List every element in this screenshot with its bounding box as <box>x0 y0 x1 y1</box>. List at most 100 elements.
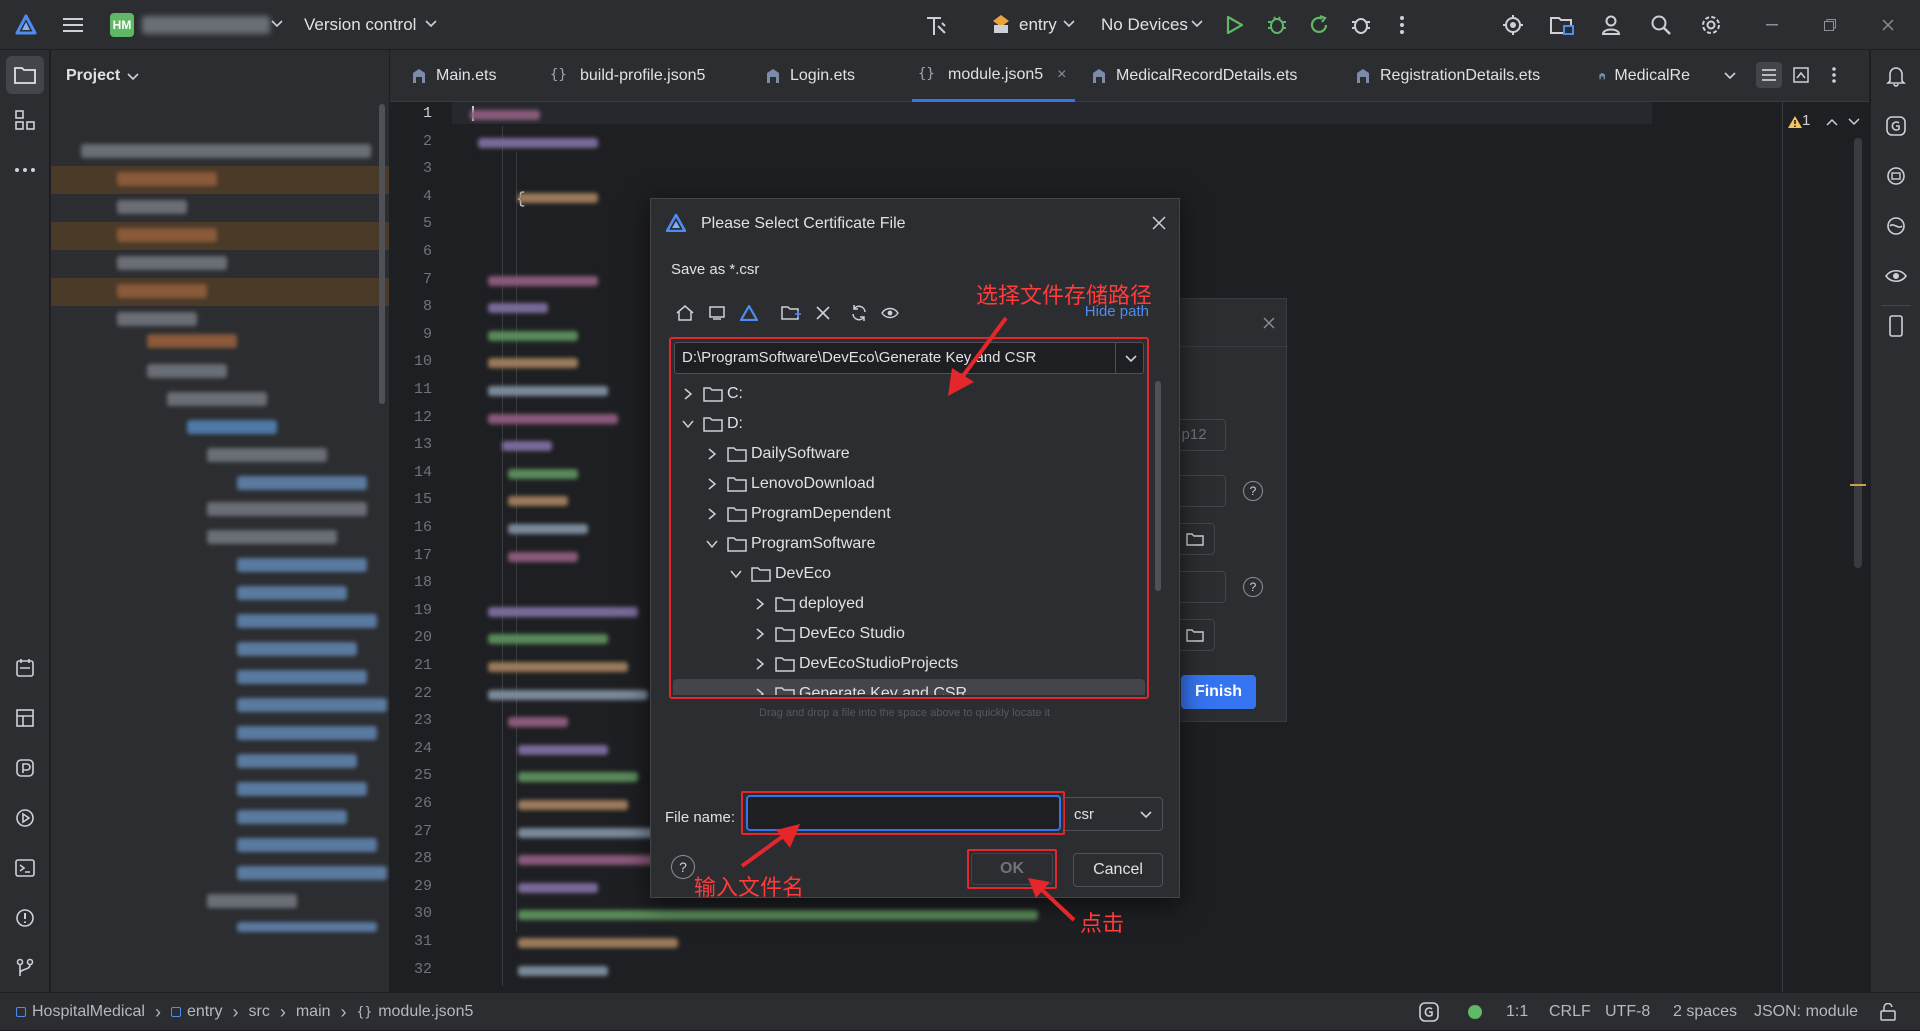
run-icon[interactable] <box>1222 12 1248 38</box>
build-tool-icon[interactable] <box>922 12 950 40</box>
browse-folder-icon[interactable] <box>1175 523 1215 555</box>
tree-item[interactable]: deployed <box>673 589 1145 619</box>
tree-scrollbar[interactable] <box>1155 381 1161 591</box>
run-config-selector[interactable]: entry <box>1019 15 1057 35</box>
layout-inspector-icon[interactable] <box>11 704 39 732</box>
json-schema[interactable]: JSON: module <box>1754 993 1858 1031</box>
preview-view-icon[interactable] <box>1788 62 1814 88</box>
breadcrumb-item[interactable]: main <box>296 1003 331 1021</box>
project-tree-blurred[interactable] <box>51 138 389 938</box>
close-icon[interactable] <box>1259 313 1279 333</box>
previewer-eye-icon[interactable] <box>1882 262 1910 290</box>
project-badge[interactable]: HM <box>110 13 134 37</box>
project-folder-icon[interactable] <box>6 56 44 94</box>
help-icon[interactable]: ? <box>671 855 695 879</box>
codegenie-status-icon[interactable] <box>1418 1001 1440 1023</box>
minimize-icon[interactable] <box>1760 14 1784 36</box>
project-root-icon[interactable] <box>737 301 761 325</box>
help-icon[interactable]: ? <box>1243 481 1263 501</box>
status-ok-dot[interactable] <box>1468 1005 1482 1019</box>
delete-icon[interactable] <box>811 301 835 325</box>
chevron-down-icon[interactable] <box>1846 114 1862 130</box>
folder-tree[interactable]: C: D: DailySoftware LenovoDownload ProgramDe… <box>673 379 1145 695</box>
terminal-icon[interactable] <box>11 854 39 882</box>
breadcrumb-item[interactable]: module.json5 <box>378 1003 473 1021</box>
chevron-right-icon[interactable] <box>753 657 767 671</box>
attach-debugger-icon[interactable] <box>1348 12 1374 38</box>
extension-select[interactable]: csr <box>1063 797 1163 831</box>
browse-folder-icon[interactable] <box>1175 619 1215 651</box>
tree-item[interactable]: C: <box>673 379 1145 409</box>
app-analyzer-icon[interactable] <box>1882 212 1910 240</box>
device-selector[interactable]: No Devices <box>1101 15 1188 35</box>
more-tools-icon[interactable] <box>11 156 39 184</box>
breadcrumb-item[interactable]: src <box>249 1003 270 1021</box>
restore-icon[interactable] <box>1818 14 1842 36</box>
chevron-down-icon[interactable] <box>1123 351 1139 367</box>
device-manager-icon[interactable] <box>1500 12 1526 38</box>
chevron-right-icon[interactable] <box>705 507 719 521</box>
main-menu-icon[interactable] <box>60 12 86 38</box>
chevron-down-icon[interactable] <box>681 417 695 431</box>
project-structure-icon[interactable] <box>1548 12 1576 38</box>
structure-icon[interactable] <box>11 106 39 134</box>
close-tab-icon[interactable]: × <box>1057 66 1066 84</box>
chevron-down-icon[interactable] <box>1190 17 1204 31</box>
chevron-right-icon[interactable] <box>705 447 719 461</box>
profiler-icon[interactable] <box>11 754 39 782</box>
chevron-down-icon[interactable] <box>1138 807 1154 823</box>
todo-icon[interactable] <box>11 654 39 682</box>
home-icon[interactable] <box>673 301 697 325</box>
tree-item[interactable]: Generate Key and CSR <box>673 679 1145 695</box>
codegenie-icon[interactable] <box>1882 112 1910 140</box>
chevron-down-icon[interactable] <box>729 567 743 581</box>
chevron-up-icon[interactable] <box>1824 114 1840 130</box>
git-branch-icon[interactable] <box>11 954 39 982</box>
tabs-more-icon[interactable] <box>1826 62 1842 88</box>
editor-scrollbar[interactable] <box>1854 138 1862 568</box>
ok-button[interactable]: OK <box>971 853 1053 885</box>
notifications-icon[interactable] <box>1882 62 1910 90</box>
close-window-icon[interactable] <box>1876 14 1900 36</box>
project-panel-title[interactable]: Project <box>66 67 120 85</box>
close-icon[interactable] <box>1149 213 1169 233</box>
account-icon[interactable] <box>1598 12 1624 38</box>
chevron-right-icon[interactable] <box>753 597 767 611</box>
tree-item[interactable]: DailySoftware <box>673 439 1145 469</box>
chevron-down-icon[interactable] <box>270 17 284 31</box>
path-combobox[interactable]: D:\ProgramSoftware\DevEco\Generate Key a… <box>674 342 1144 374</box>
tree-item[interactable]: ProgramSoftware <box>673 529 1145 559</box>
apply-changes-icon[interactable] <box>1306 12 1332 38</box>
tree-item[interactable]: D: <box>673 409 1145 439</box>
show-hidden-icon[interactable] <box>879 301 903 325</box>
new-folder-icon[interactable] <box>779 301 803 325</box>
cancel-button[interactable]: Cancel <box>1073 853 1163 887</box>
chevron-right-icon[interactable] <box>753 627 767 641</box>
refresh-icon[interactable] <box>847 301 871 325</box>
chevron-down-icon[interactable] <box>705 537 719 551</box>
warning-count[interactable]: 1 <box>1802 112 1810 129</box>
caret-position[interactable]: 1:1 <box>1506 993 1528 1031</box>
device-phone-icon[interactable] <box>1882 312 1910 340</box>
problems-icon[interactable] <box>11 904 39 932</box>
tabs-dropdown-chevron-icon[interactable] <box>1722 68 1738 84</box>
file-name-input[interactable] <box>746 795 1061 831</box>
tree-item[interactable]: DevEco <box>673 559 1145 589</box>
tab-medical-re[interactable]: MedicalRe <box>1598 50 1690 102</box>
tab-medical-record-details[interactable]: MedicalRecordDetails.ets <box>1090 50 1297 102</box>
chevron-right-icon[interactable] <box>681 387 695 401</box>
project-name-blurred[interactable] <box>142 16 270 34</box>
ai-assistant-icon[interactable] <box>1882 162 1910 190</box>
lock-icon[interactable] <box>1878 1002 1898 1022</box>
chevron-down-icon[interactable] <box>1062 17 1076 31</box>
tree-item[interactable]: LenovoDownload <box>673 469 1145 499</box>
file-encoding[interactable]: UTF-8 <box>1605 993 1650 1031</box>
code-view-icon[interactable] <box>1756 62 1782 88</box>
version-control-menu[interactable]: Version control <box>304 15 416 35</box>
line-separator[interactable]: CRLF <box>1549 993 1591 1031</box>
debug-icon[interactable] <box>1264 12 1290 38</box>
indent-setting[interactable]: 2 spaces <box>1673 993 1737 1031</box>
help-icon[interactable]: ? <box>1243 577 1263 597</box>
breadcrumb-item[interactable]: HospitalMedical <box>32 1003 145 1021</box>
chevron-down-icon[interactable] <box>126 70 140 84</box>
